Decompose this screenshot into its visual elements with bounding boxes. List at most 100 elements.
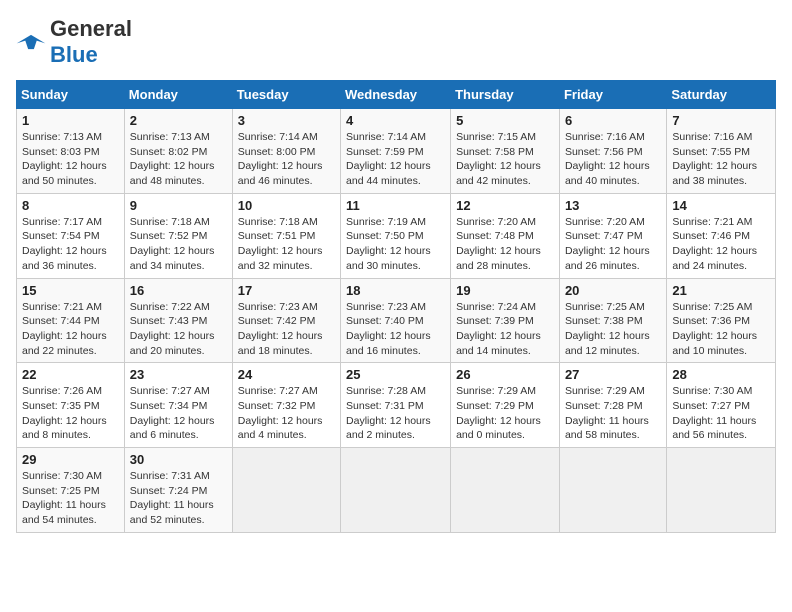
day-info: Sunrise: 7:13 AM Sunset: 8:02 PM Dayligh… xyxy=(130,130,227,189)
day-info: Sunrise: 7:14 AM Sunset: 7:59 PM Dayligh… xyxy=(346,130,445,189)
day-info: Sunrise: 7:22 AM Sunset: 7:43 PM Dayligh… xyxy=(130,300,227,359)
logo: GeneralBlue xyxy=(16,16,132,68)
day-info: Sunrise: 7:30 AM Sunset: 7:25 PM Dayligh… xyxy=(22,469,119,528)
calendar-day-empty xyxy=(559,448,666,533)
day-info: Sunrise: 7:23 AM Sunset: 7:42 PM Dayligh… xyxy=(238,300,335,359)
day-number: 21 xyxy=(672,283,770,298)
day-info: Sunrise: 7:16 AM Sunset: 7:56 PM Dayligh… xyxy=(565,130,661,189)
day-number: 11 xyxy=(346,198,445,213)
calendar-day-4: 4Sunrise: 7:14 AM Sunset: 7:59 PM Daylig… xyxy=(341,109,451,194)
day-info: Sunrise: 7:27 AM Sunset: 7:34 PM Dayligh… xyxy=(130,384,227,443)
calendar-day-12: 12 Sunrise: 7:20 AM Sunset: 7:48 PM Dayli… xyxy=(451,193,560,278)
column-header-thursday: Thursday xyxy=(451,81,560,109)
calendar-day-empty xyxy=(341,448,451,533)
day-number: 28 xyxy=(672,367,770,382)
day-number: 18 xyxy=(346,283,445,298)
calendar-day-14: 14 Sunrise: 7:21 AM Sunset: 7:46 PM Dayli… xyxy=(667,193,776,278)
day-info: Sunrise: 7:20 AM Sunset: 7:47 PM Dayligh… xyxy=(565,215,661,274)
calendar-day-29: 29 Sunrise: 7:30 AM Sunset: 7:25 PM Dayli… xyxy=(17,448,125,533)
day-number: 5 xyxy=(456,113,554,128)
day-number: 16 xyxy=(130,283,227,298)
day-info: Sunrise: 7:18 AM Sunset: 7:51 PM Dayligh… xyxy=(238,215,335,274)
calendar-header-row: SundayMondayTuesdayWednesdayThursdayFrid… xyxy=(17,81,776,109)
logo-icon xyxy=(16,32,46,52)
day-number: 24 xyxy=(238,367,335,382)
day-info: Sunrise: 7:19 AM Sunset: 7:50 PM Dayligh… xyxy=(346,215,445,274)
day-info: Sunrise: 7:18 AM Sunset: 7:52 PM Dayligh… xyxy=(130,215,227,274)
column-header-saturday: Saturday xyxy=(667,81,776,109)
day-info: Sunrise: 7:25 AM Sunset: 7:38 PM Dayligh… xyxy=(565,300,661,359)
day-info: Sunrise: 7:27 AM Sunset: 7:32 PM Dayligh… xyxy=(238,384,335,443)
day-number: 17 xyxy=(238,283,335,298)
day-number: 1 xyxy=(22,113,119,128)
day-number: 27 xyxy=(565,367,661,382)
calendar-day-1: 1 Sunrise: 7:13 AM Sunset: 8:03 PM Daylig… xyxy=(17,109,125,194)
day-number: 30 xyxy=(130,452,227,467)
day-info: Sunrise: 7:21 AM Sunset: 7:46 PM Dayligh… xyxy=(672,215,770,274)
calendar-day-8: 8 Sunrise: 7:17 AM Sunset: 7:54 PM Daylig… xyxy=(17,193,125,278)
day-info: Sunrise: 7:29 AM Sunset: 7:28 PM Dayligh… xyxy=(565,384,661,443)
calendar-week-4: 22 Sunrise: 7:26 AM Sunset: 7:35 PM Dayli… xyxy=(17,363,776,448)
day-number: 8 xyxy=(22,198,119,213)
day-number: 9 xyxy=(130,198,227,213)
day-number: 14 xyxy=(672,198,770,213)
calendar-day-10: 10Sunrise: 7:18 AM Sunset: 7:51 PM Dayli… xyxy=(232,193,340,278)
calendar-day-11: 11 Sunrise: 7:19 AM Sunset: 7:50 PM Dayli… xyxy=(341,193,451,278)
calendar-day-19: 19Sunrise: 7:24 AM Sunset: 7:39 PM Dayli… xyxy=(451,278,560,363)
day-info: Sunrise: 7:20 AM Sunset: 7:48 PM Dayligh… xyxy=(456,215,554,274)
day-info: Sunrise: 7:16 AM Sunset: 7:55 PM Dayligh… xyxy=(672,130,770,189)
calendar-day-2: 2 Sunrise: 7:13 AM Sunset: 8:02 PM Daylig… xyxy=(124,109,232,194)
day-info: Sunrise: 7:15 AM Sunset: 7:58 PM Dayligh… xyxy=(456,130,554,189)
day-info: Sunrise: 7:29 AM Sunset: 7:29 PM Dayligh… xyxy=(456,384,554,443)
calendar-day-28: 28Sunrise: 7:30 AM Sunset: 7:27 PM Dayli… xyxy=(667,363,776,448)
column-header-monday: Monday xyxy=(124,81,232,109)
logo-text: GeneralBlue xyxy=(50,16,132,68)
calendar-week-5: 29 Sunrise: 7:30 AM Sunset: 7:25 PM Dayli… xyxy=(17,448,776,533)
calendar-day-30: 30 Sunrise: 7:31 AM Sunset: 7:24 PM Dayli… xyxy=(124,448,232,533)
day-info: Sunrise: 7:14 AM Sunset: 8:00 PM Dayligh… xyxy=(238,130,335,189)
day-number: 15 xyxy=(22,283,119,298)
day-number: 12 xyxy=(456,198,554,213)
column-header-sunday: Sunday xyxy=(17,81,125,109)
column-header-friday: Friday xyxy=(559,81,666,109)
calendar-day-9: 9 Sunrise: 7:18 AM Sunset: 7:52 PM Daylig… xyxy=(124,193,232,278)
day-number: 25 xyxy=(346,367,445,382)
day-number: 29 xyxy=(22,452,119,467)
day-info: Sunrise: 7:21 AM Sunset: 7:44 PM Dayligh… xyxy=(22,300,119,359)
day-info: Sunrise: 7:13 AM Sunset: 8:03 PM Dayligh… xyxy=(22,130,119,189)
page-header: GeneralBlue xyxy=(16,16,776,68)
calendar-day-15: 15 Sunrise: 7:21 AM Sunset: 7:44 PM Dayli… xyxy=(17,278,125,363)
calendar-day-13: 13 Sunrise: 7:20 AM Sunset: 7:47 PM Dayli… xyxy=(559,193,666,278)
calendar-day-21: 21Sunrise: 7:25 AM Sunset: 7:36 PM Dayli… xyxy=(667,278,776,363)
day-number: 3 xyxy=(238,113,335,128)
calendar-day-20: 20 Sunrise: 7:25 AM Sunset: 7:38 PM Dayli… xyxy=(559,278,666,363)
calendar-day-7: 7 Sunrise: 7:16 AM Sunset: 7:55 PM Daylig… xyxy=(667,109,776,194)
calendar-day-5: 5 Sunrise: 7:15 AM Sunset: 7:58 PM Daylig… xyxy=(451,109,560,194)
column-header-wednesday: Wednesday xyxy=(341,81,451,109)
calendar-week-3: 15 Sunrise: 7:21 AM Sunset: 7:44 PM Dayli… xyxy=(17,278,776,363)
calendar-day-26: 26 Sunrise: 7:29 AM Sunset: 7:29 PM Dayli… xyxy=(451,363,560,448)
day-info: Sunrise: 7:17 AM Sunset: 7:54 PM Dayligh… xyxy=(22,215,119,274)
calendar-day-25: 25 Sunrise: 7:28 AM Sunset: 7:31 PM Dayli… xyxy=(341,363,451,448)
calendar-day-empty xyxy=(667,448,776,533)
day-number: 2 xyxy=(130,113,227,128)
day-info: Sunrise: 7:31 AM Sunset: 7:24 PM Dayligh… xyxy=(130,469,227,528)
calendar-day-3: 3 Sunrise: 7:14 AM Sunset: 8:00 PM Daylig… xyxy=(232,109,340,194)
calendar-day-6: 6Sunrise: 7:16 AM Sunset: 7:56 PM Daylig… xyxy=(559,109,666,194)
calendar-day-16: 16 Sunrise: 7:22 AM Sunset: 7:43 PM Dayli… xyxy=(124,278,232,363)
calendar-day-23: 23 Sunrise: 7:27 AM Sunset: 7:34 PM Dayli… xyxy=(124,363,232,448)
calendar-day-17: 17 Sunrise: 7:23 AM Sunset: 7:42 PM Dayli… xyxy=(232,278,340,363)
day-number: 20 xyxy=(565,283,661,298)
calendar-day-22: 22 Sunrise: 7:26 AM Sunset: 7:35 PM Dayli… xyxy=(17,363,125,448)
calendar-day-24: 24 Sunrise: 7:27 AM Sunset: 7:32 PM Dayli… xyxy=(232,363,340,448)
day-info: Sunrise: 7:26 AM Sunset: 7:35 PM Dayligh… xyxy=(22,384,119,443)
day-number: 23 xyxy=(130,367,227,382)
day-info: Sunrise: 7:24 AM Sunset: 7:39 PM Dayligh… xyxy=(456,300,554,359)
day-number: 22 xyxy=(22,367,119,382)
day-number: 13 xyxy=(565,198,661,213)
calendar-day-empty xyxy=(451,448,560,533)
day-info: Sunrise: 7:28 AM Sunset: 7:31 PM Dayligh… xyxy=(346,384,445,443)
column-header-tuesday: Tuesday xyxy=(232,81,340,109)
day-number: 26 xyxy=(456,367,554,382)
day-number: 7 xyxy=(672,113,770,128)
